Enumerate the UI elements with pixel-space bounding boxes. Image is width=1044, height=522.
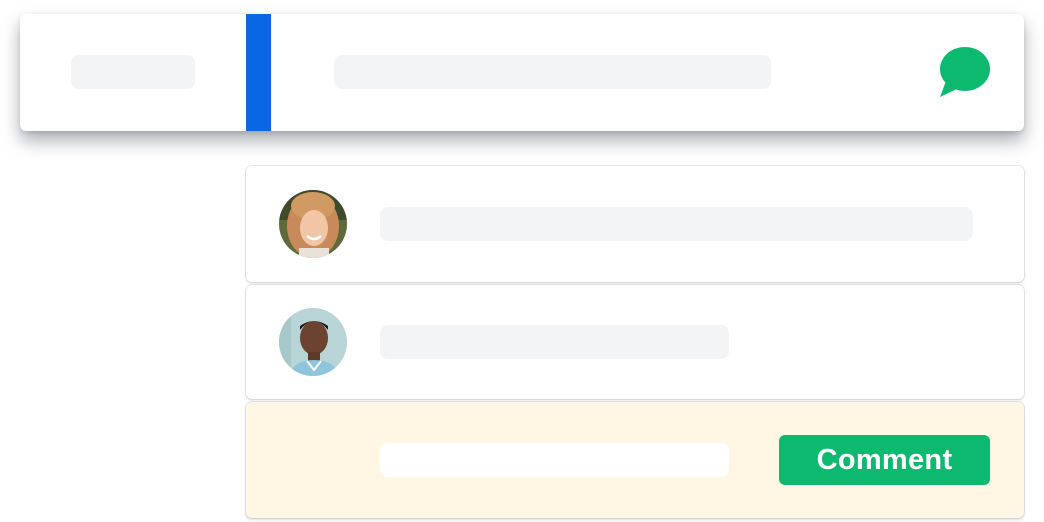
- comment-item: [246, 166, 1024, 282]
- speech-bubble-icon[interactable]: [936, 45, 992, 99]
- comment-widget-illustration: Comment: [0, 0, 1044, 522]
- comment-compose-bar: Comment: [246, 402, 1024, 518]
- comment-text-placeholder: [380, 325, 729, 359]
- comment-text-placeholder: [380, 207, 973, 241]
- comment-item: [246, 285, 1024, 399]
- document-header-bar: [20, 14, 1024, 131]
- title-placeholder: [71, 55, 195, 89]
- comment-button[interactable]: Comment: [779, 435, 990, 485]
- text-line-placeholder: [334, 55, 771, 89]
- avatar: [279, 308, 347, 376]
- woman-avatar-icon: [279, 190, 347, 258]
- comment-input[interactable]: [380, 443, 729, 477]
- text-selection-cursor: [246, 14, 271, 131]
- avatar: [279, 190, 347, 258]
- man-avatar-icon: [279, 308, 347, 376]
